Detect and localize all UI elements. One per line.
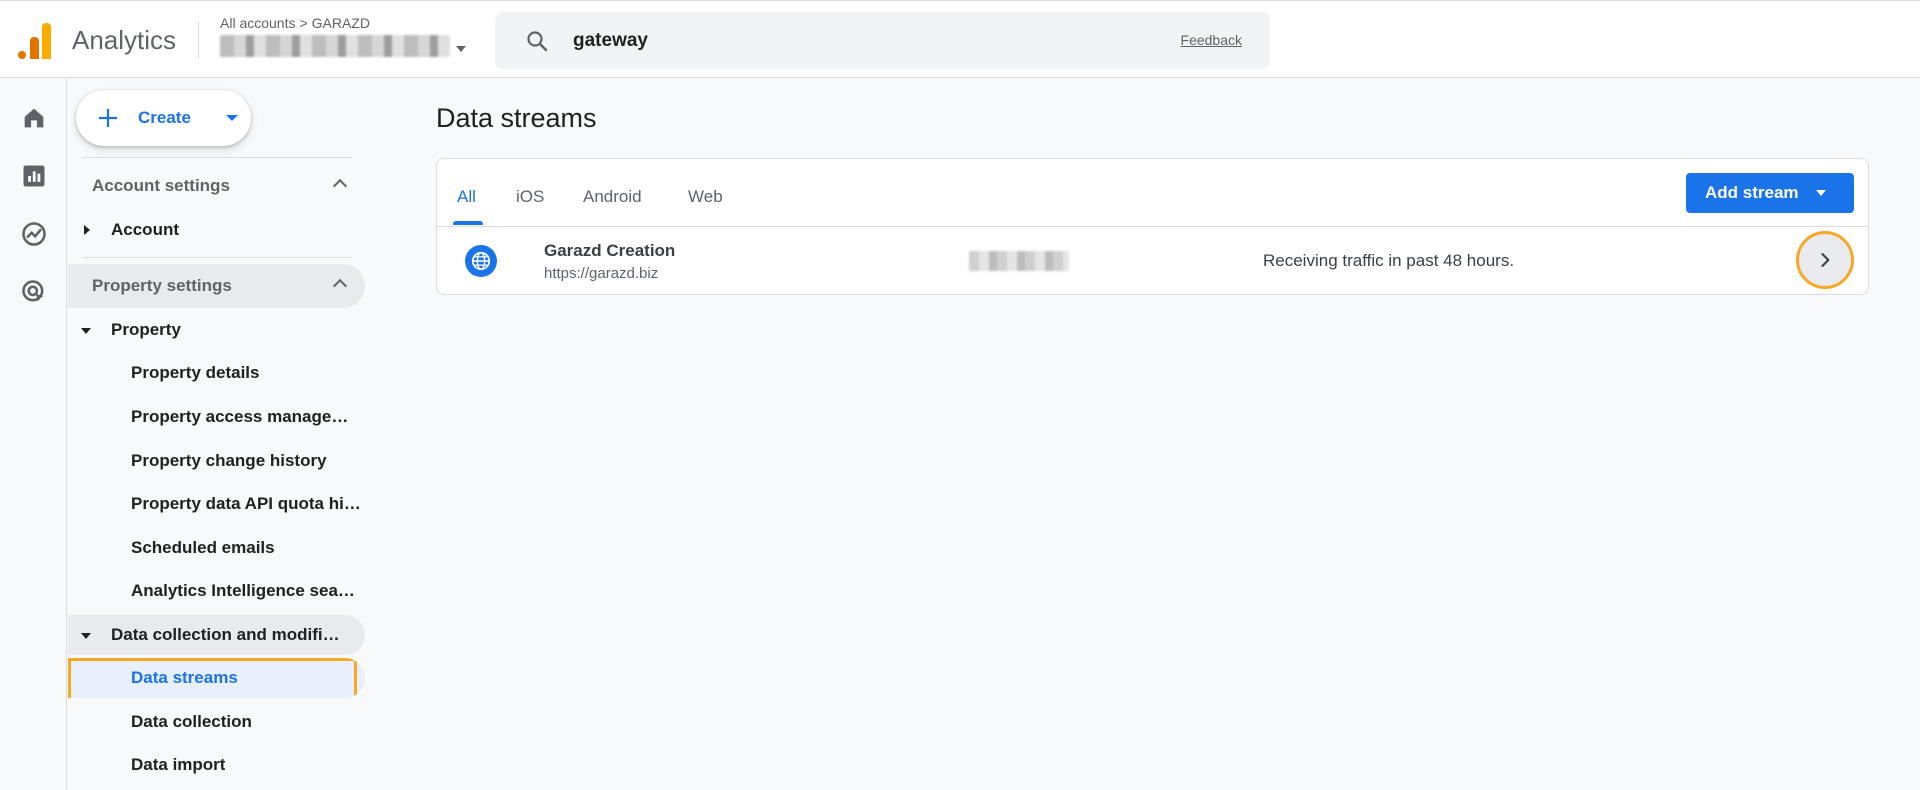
left-icon-rail: [0, 78, 67, 790]
analytics-logo-icon[interactable]: [18, 21, 52, 59]
section-title: Account settings: [92, 176, 230, 195]
data-streams-card: All iOS Android Web Add stream Garazd Cr…: [436, 158, 1869, 295]
caret-down-icon: [456, 46, 466, 52]
chevron-up-icon: [332, 278, 348, 294]
top-app-bar: Analytics All accounts > GARAZD Feedback: [0, 0, 1920, 78]
nav-item-data-collection-and-modification[interactable]: Data collection and modification: [68, 615, 365, 655]
nav-item-label: Analytics Intelligence search history: [131, 581, 361, 600]
create-button[interactable]: Create: [76, 90, 251, 146]
nav-item-label: Property data API quota history: [131, 494, 361, 513]
nav-item-data-import[interactable]: Data import: [68, 745, 365, 785]
tab-android[interactable]: Android: [583, 187, 642, 207]
nav-divider: [82, 257, 352, 258]
nav-item-property-details[interactable]: Property details: [68, 353, 365, 393]
account-settings-header[interactable]: Account settings: [68, 164, 365, 208]
breadcrumb-account[interactable]: GARAZD: [312, 15, 370, 31]
nav-item-data-collection[interactable]: Data collection: [68, 702, 365, 742]
active-tab-indicator: [453, 221, 483, 225]
search-bar[interactable]: Feedback: [495, 12, 1270, 69]
table-row[interactable]: Garazd Creation https://garazd.biz Recei…: [437, 227, 1868, 294]
header-divider: [198, 21, 199, 59]
platform-tabs: All iOS Android Web Add stream: [437, 159, 1868, 227]
feedback-link[interactable]: Feedback: [1181, 32, 1242, 48]
stream-url: https://garazd.biz: [544, 265, 659, 282]
create-label: Create: [138, 108, 191, 127]
admin-nav: Create Account settings Account Property…: [68, 78, 368, 790]
property-selector[interactable]: [220, 35, 466, 57]
stream-name: Garazd Creation: [544, 241, 676, 260]
nav-item-label: Data collection and modification: [111, 625, 341, 644]
redacted-stream-id: [969, 251, 1069, 271]
section-title: Property settings: [92, 276, 232, 295]
reports-icon[interactable]: [20, 162, 48, 190]
nav-item-property-data-api-quota[interactable]: Property data API quota history: [68, 484, 365, 524]
nav-item-label: Account: [111, 220, 179, 239]
stream-status: Receiving traffic in past 48 hours.: [1263, 251, 1515, 270]
breadcrumb-separator: >: [299, 15, 308, 31]
open-stream-button[interactable]: [1796, 231, 1854, 289]
plus-icon: [99, 109, 117, 127]
add-stream-button[interactable]: Add stream: [1686, 173, 1854, 213]
tab-ios[interactable]: iOS: [516, 187, 544, 207]
search-input[interactable]: [573, 26, 1073, 56]
home-icon[interactable]: [20, 104, 48, 132]
property-settings-header[interactable]: Property settings: [68, 264, 365, 308]
nav-item-account[interactable]: Account: [68, 210, 365, 250]
caret-down-icon: [226, 115, 238, 121]
nav-item-property-change-history[interactable]: Property change history: [68, 441, 365, 481]
nav-item-property-access-management[interactable]: Property access management: [68, 397, 365, 437]
nav-item-analytics-intelligence[interactable]: Analytics Intelligence search history: [68, 571, 365, 611]
nav-item-label: Property details: [131, 363, 260, 382]
expand-down-icon: [81, 633, 91, 639]
nav-item-label: Data collection: [131, 712, 252, 731]
nav-divider: [82, 157, 352, 158]
nav-item-label: Property: [111, 320, 181, 339]
globe-icon: [465, 245, 497, 277]
nav-item-label: Property change history: [131, 451, 327, 470]
expand-down-icon: [81, 328, 91, 334]
nav-item-label: Data import: [131, 755, 226, 774]
explore-icon[interactable]: [20, 220, 48, 248]
nav-item-label: Scheduled emails: [131, 538, 275, 557]
chevron-up-icon: [332, 178, 348, 194]
app-title: Analytics: [72, 25, 177, 55]
expand-right-icon: [84, 225, 90, 235]
tab-all[interactable]: All: [457, 187, 476, 207]
nav-item-data-streams[interactable]: Data streams: [68, 658, 365, 698]
nav-item-label: Property access management: [131, 407, 361, 426]
caret-down-icon: [1816, 190, 1826, 196]
breadcrumb[interactable]: All accounts > GARAZD: [220, 15, 370, 31]
chevron-right-icon: [1821, 253, 1830, 267]
highlight-outline: [68, 658, 357, 698]
redacted-property-name: [220, 35, 450, 57]
nav-item-property[interactable]: Property: [68, 310, 365, 350]
nav-item-scheduled-emails[interactable]: Scheduled emails: [68, 528, 365, 568]
tab-web[interactable]: Web: [688, 187, 723, 207]
breadcrumb-root[interactable]: All accounts: [220, 15, 295, 31]
search-icon: [527, 31, 548, 52]
add-stream-label: Add stream: [1705, 183, 1799, 202]
advertising-icon[interactable]: [20, 278, 48, 306]
page-title: Data streams: [436, 103, 597, 133]
